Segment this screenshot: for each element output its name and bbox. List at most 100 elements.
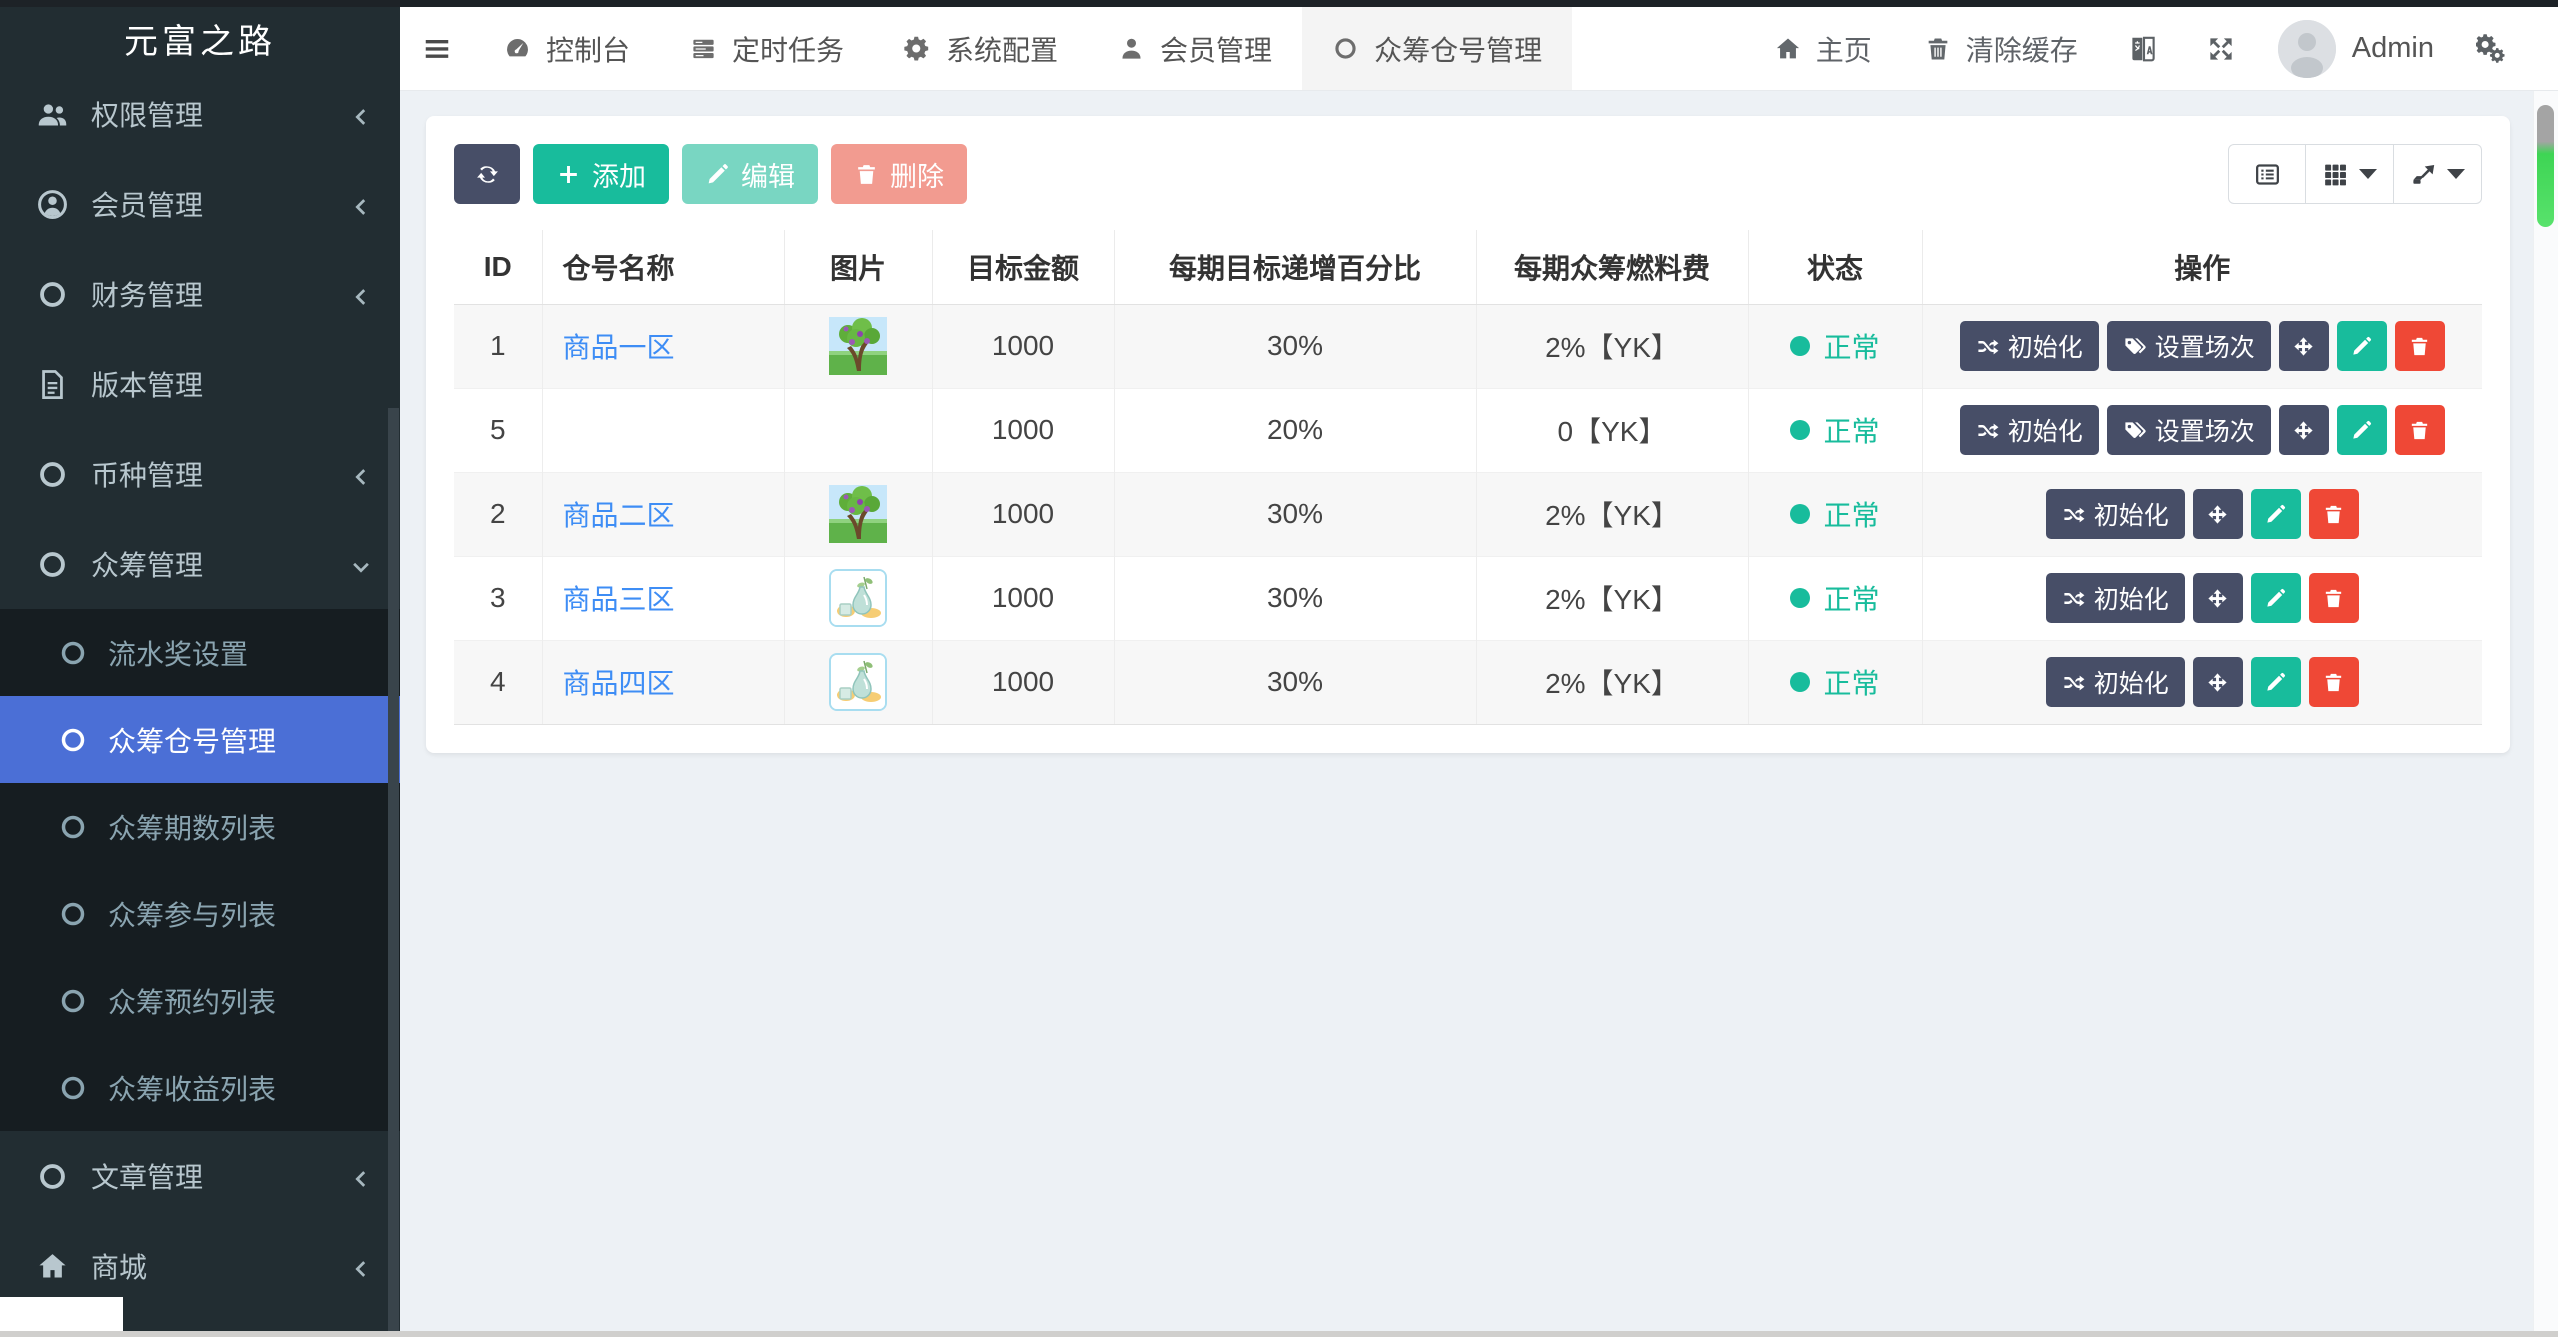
session-label: 设置场次 [2154,334,2255,362]
product-image[interactable] [829,569,887,627]
sidebar-subitem-众筹收益列表[interactable]: 众筹收益列表 [0,1044,400,1131]
edit-row-button[interactable] [2336,321,2387,371]
tab-控制台[interactable]: 控制台 [474,7,660,90]
sidebar-item-众筹管理[interactable]: 众筹管理 [0,519,400,609]
init-button[interactable]: 初始化 [2045,657,2185,707]
page-scrollbar-thumb[interactable] [2537,105,2554,227]
product-image[interactable] [829,317,887,375]
edit-button[interactable]: 编辑 [682,144,818,204]
cell-fuel-fee: 2%【YK】 [1475,303,1748,388]
sidebar-subitem-众筹期数列表[interactable]: 众筹期数列表 [0,783,400,870]
cell-status: 正常 [1747,303,1922,388]
edit-row-button[interactable] [2250,657,2301,707]
user-name: Admin [2351,32,2434,64]
page-scrollbar-track[interactable] [2533,91,2558,1337]
delete-row-button[interactable] [2394,405,2445,455]
sidebar-subitem-众筹参与列表[interactable]: 众筹参与列表 [0,870,400,957]
cell-name: 商品一区 [541,303,784,388]
tab-系统配置[interactable]: 系统配置 [874,7,1088,90]
button-label: 添加 [592,161,646,192]
move-button[interactable] [2192,657,2243,707]
tab-label: 控制台 [546,34,631,66]
edit-row-button[interactable] [2250,489,2301,539]
tab-会员管理[interactable]: 会员管理 [1088,7,1302,90]
edit-row-button[interactable] [2250,573,2301,623]
status-label: 正常 [1823,500,1880,531]
edit-row-button[interactable] [2336,405,2387,455]
sidebar-subitem-label: 众筹参与列表 [108,899,277,931]
column-header-目标金额[interactable]: 目标金额 [931,230,1114,305]
warehouse-name-link[interactable]: 商品一区 [563,332,675,363]
add-button[interactable]: 添加 [533,144,669,204]
sidebar-item-版本管理[interactable]: 版本管理 [0,339,400,429]
delete-button[interactable]: 删除 [831,144,967,204]
sidebar-item-文章管理[interactable]: 文章管理 [0,1131,400,1221]
column-header-仓号名称[interactable]: 仓号名称 [541,230,784,305]
product-image[interactable] [829,485,887,543]
action-buttons: 初始化 [1923,489,2483,539]
status-label: 正常 [1823,332,1880,363]
move-button[interactable] [2278,405,2329,455]
set-session-button[interactable]: 设置场次 [2106,405,2271,455]
sidebar-subitem-众筹仓号管理[interactable]: 众筹仓号管理 [0,696,400,783]
warehouse-name-link[interactable]: 商品二区 [563,500,675,531]
move-button[interactable] [2192,489,2243,539]
export-button[interactable] [2394,144,2482,204]
user-icon [1118,35,1145,62]
column-header-每期目标递增百分比[interactable]: 每期目标递增百分比 [1113,230,1476,305]
warehouse-name-link[interactable]: 商品三区 [563,584,675,615]
tab-众筹仓号管理[interactable]: 众筹仓号管理 [1302,7,1573,90]
cogs-button[interactable] [2452,7,2530,90]
column-header-状态[interactable]: 状态 [1747,230,1922,305]
delete-row-button[interactable] [2394,321,2445,371]
refresh-button[interactable] [454,144,520,204]
cell-actions: 初始化 [1921,639,2482,725]
content-card: 添加 编辑 删除 ID 仓号名称 图片 目标金额 每期目标递增百分比 每期众筹燃料费 状态 操作 … [426,116,2510,753]
init-button[interactable]: 初始化 [2045,489,2185,539]
trash-icon [2322,587,2345,610]
tags-icon [2123,419,2146,442]
nav-link-主页[interactable]: 主页 [1748,7,1898,90]
sidebar-subitem-流水奖设置[interactable]: 流水奖设置 [0,609,400,696]
tab-label: 众筹仓号管理 [1374,34,1543,66]
language-button[interactable] [2104,7,2182,90]
init-button[interactable]: 初始化 [1959,321,2099,371]
init-button[interactable]: 初始化 [1959,405,2099,455]
sidebar-item-财务管理[interactable]: 财务管理 [0,249,400,339]
sidebar-item-币种管理[interactable]: 币种管理 [0,429,400,519]
caret-down-icon [2447,169,2465,179]
user-menu[interactable]: Admin [2260,7,2452,90]
sidebar-subitem-众筹预约列表[interactable]: 众筹预约列表 [0,957,400,1044]
column-header-操作[interactable]: 操作 [1921,230,2482,305]
delete-row-button[interactable] [2308,489,2359,539]
move-button[interactable] [2278,321,2329,371]
window-bottom-strip [0,1331,2558,1337]
sidebar-menu: 权限管理 会员管理 财务管理 版本管理 币种管理 众筹管理 流水奖设置 众筹仓号管理 众筹期数列… [0,69,400,1311]
sidebar-subitem-label: 众筹收益列表 [108,1073,277,1105]
delete-row-button[interactable] [2308,657,2359,707]
detail-view-button[interactable] [2228,144,2306,204]
th-icon [2322,161,2349,188]
product-image[interactable] [829,653,887,711]
language-icon [2128,34,2158,64]
set-session-button[interactable]: 设置场次 [2106,321,2271,371]
delete-row-button[interactable] [2308,573,2359,623]
init-button[interactable]: 初始化 [2045,573,2185,623]
column-header-ID[interactable]: ID [454,230,542,305]
button-label: 删除 [890,161,944,192]
nav-link-清除缓存[interactable]: 清除缓存 [1898,7,2104,90]
table-header-row: ID 仓号名称 图片 目标金额 每期目标递增百分比 每期众筹燃料费 状态 操作 [454,230,2482,305]
sidebar-scrollbar[interactable] [388,408,399,1337]
column-header-图片[interactable]: 图片 [783,230,932,305]
warehouse-name-link[interactable]: 商品四区 [563,668,675,699]
cell-increase-percent: 30% [1113,471,1476,556]
columns-view-button[interactable] [2306,144,2394,204]
sidebar-toggle-button[interactable] [400,7,474,90]
move-button[interactable] [2192,573,2243,623]
sidebar-item-权限管理[interactable]: 权限管理 [0,69,400,159]
expand-button[interactable] [2182,7,2260,90]
sidebar-item-会员管理[interactable]: 会员管理 [0,159,400,249]
column-header-每期众筹燃料费[interactable]: 每期众筹燃料费 [1475,230,1748,305]
arrows-icon [2292,335,2315,358]
tab-定时任务[interactable]: 定时任务 [660,7,874,90]
